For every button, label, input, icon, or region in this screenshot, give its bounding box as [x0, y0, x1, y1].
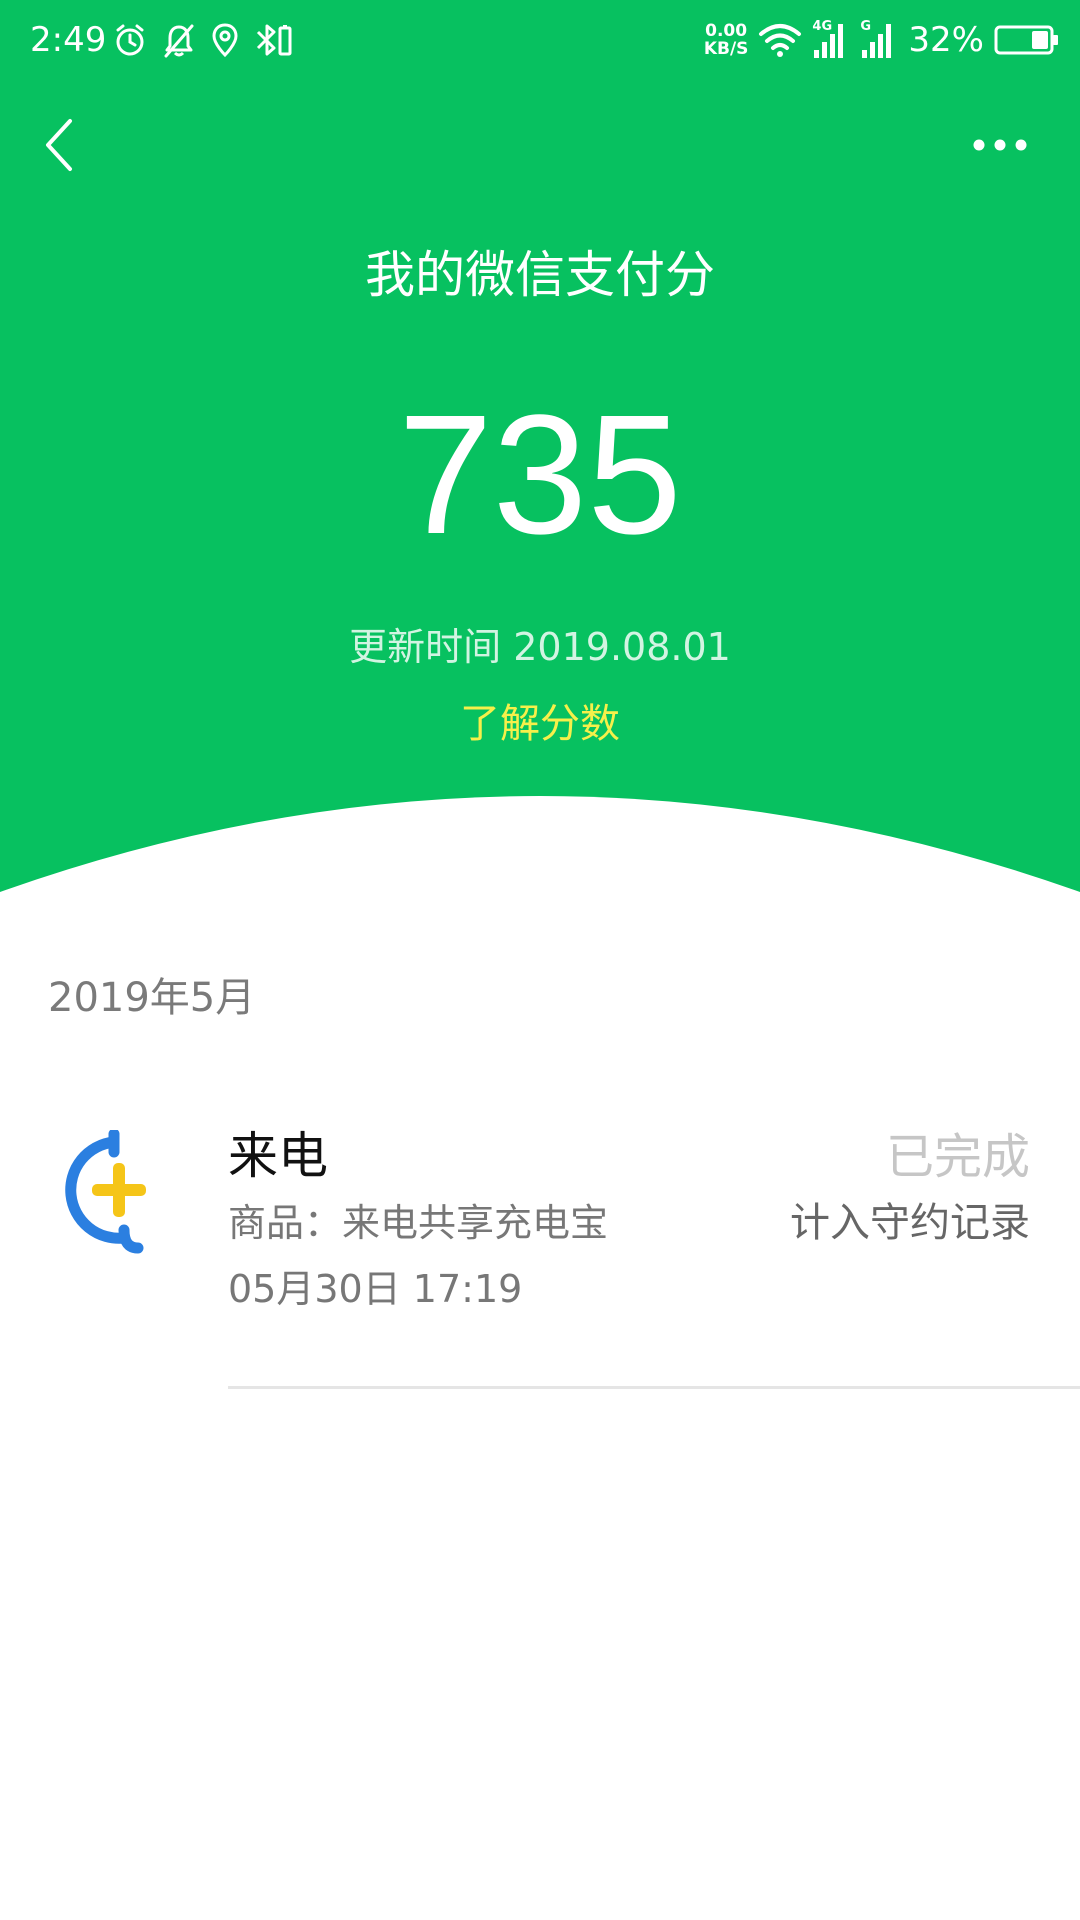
signal-4g: 4G	[812, 20, 850, 60]
status-icons-right: 0.00 KB/S 4G G 32%	[704, 18, 1060, 62]
record-note: 计入守约记录	[790, 1200, 1030, 1246]
alarm-icon	[116, 24, 144, 56]
update-time: 更新时间 2019.08.01	[349, 625, 731, 669]
status-icons-left	[112, 20, 294, 60]
battery-percent: 32%	[908, 20, 984, 60]
net-speed-unit: KB/S	[703, 39, 749, 59]
learn-score-link[interactable]: 了解分数	[0, 698, 1080, 750]
record-item[interactable]: 来电 商品：来电共享充电宝 05月30日 17:19 已完成 计入守约记录	[0, 1110, 1080, 1390]
chevron-left-icon	[46, 119, 72, 171]
signal-bars-icon	[814, 24, 844, 58]
month-header: 2019年5月	[48, 975, 256, 1021]
header-curve	[0, 796, 1080, 920]
record-time: 05月30日 17:19	[228, 1267, 523, 1311]
merchant-name: 来电	[228, 1127, 328, 1185]
status-bar: 2:49 0.00 KB/S 4G G 32%	[0, 0, 1080, 80]
score-value: 735	[398, 380, 682, 570]
mute-bell-icon	[164, 24, 194, 58]
battery-icon	[994, 25, 1058, 55]
more-dots-icon	[973, 139, 1027, 151]
goods-description: 商品：来电共享充电宝	[228, 1201, 609, 1245]
signal-bars-2-icon	[862, 24, 892, 58]
laidian-logo-icon	[65, 1130, 146, 1254]
page-title: 我的微信支付分	[365, 246, 715, 304]
back-button[interactable]	[30, 110, 90, 180]
divider	[228, 1386, 1080, 1389]
wifi-icon	[759, 24, 802, 57]
net-speed-value: 0.00	[705, 21, 748, 41]
bluetooth-battery-icon	[256, 24, 292, 56]
more-button[interactable]	[965, 120, 1035, 170]
signal-g: G	[860, 20, 898, 60]
net-speed: 0.00 KB/S	[704, 22, 749, 58]
status-time: 2:49	[30, 20, 107, 60]
screen: 2:49 0.00 KB/S 4G G 32% 我的微信支付分 735 更新时间…	[0, 0, 1080, 1920]
status-badge: 已完成	[885, 1129, 1030, 1185]
location-icon	[212, 23, 238, 58]
